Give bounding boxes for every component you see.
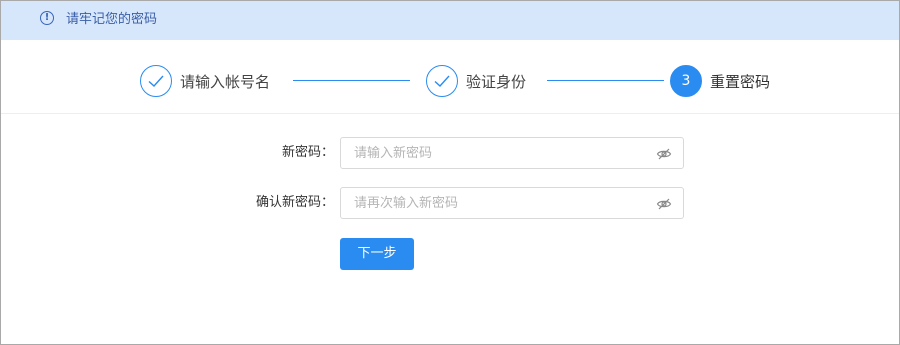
step-2-label: 验证身份 [466,72,527,91]
new-password-field [340,137,684,169]
step-1: 请输入帐号名 [140,65,270,97]
step-2: 验证身份 [426,65,526,97]
step-3-circle: 3 [670,65,702,97]
reset-password-panel: ! 请牢记您的密码 请输入帐号名 验证身份 3 重置密码 新密码： 确认新密码：… [0,0,900,345]
check-icon [434,75,450,87]
notice-text: 请牢记您的密码 [66,12,158,27]
step-1-circle [140,65,172,97]
steps-bar: 请输入帐号名 验证身份 3 重置密码 [1,40,899,114]
step-connector-1 [293,80,410,81]
confirm-password-label: 确认新密码： [255,195,334,210]
new-password-row: 新密码： [1,137,899,169]
step-connector-2 [547,80,664,81]
notice-banner: ! 请牢记您的密码 [1,1,899,40]
confirm-password-input[interactable] [352,194,646,212]
check-icon [148,75,164,87]
eye-slash-icon[interactable] [656,147,672,161]
info-icon: ! [40,11,54,25]
step-3: 3 重置密码 [670,65,770,97]
step-1-label: 请输入帐号名 [180,72,271,91]
eye-slash-icon[interactable] [656,197,672,211]
new-password-label: 新密码： [281,145,334,160]
confirm-password-row: 确认新密码： [1,187,899,219]
step-2-circle [426,65,458,97]
next-step-button[interactable]: 下一步 [340,238,414,270]
step-3-label: 重置密码 [710,72,771,91]
new-password-input[interactable] [352,144,646,162]
confirm-password-field [340,187,684,219]
